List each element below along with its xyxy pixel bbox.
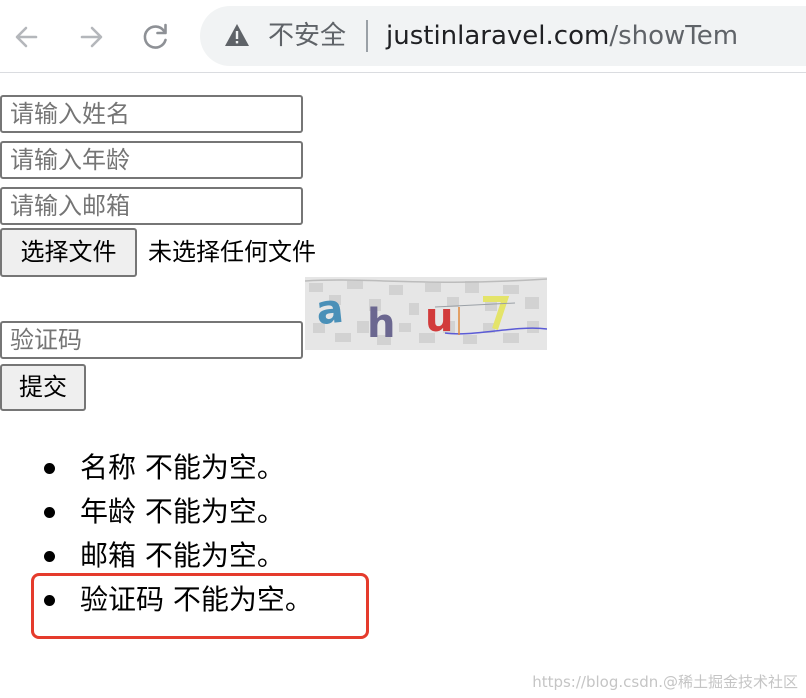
- choose-file-button[interactable]: 选择文件: [0, 228, 137, 277]
- highlight-annotation: [31, 573, 369, 639]
- bullet-icon: [44, 463, 55, 474]
- reload-icon[interactable]: [138, 20, 172, 54]
- url-path: /showTem: [609, 21, 739, 51]
- email-input[interactable]: [0, 187, 303, 225]
- bullet-icon: [44, 507, 55, 518]
- address-bar[interactable]: 不安全 justinlaravel.com/showTem: [200, 6, 806, 66]
- error-text: 邮箱 不能为空。: [80, 539, 285, 572]
- error-text: 年龄 不能为空。: [80, 495, 285, 528]
- watermark-text: https://blog.csdn.@稀土掘金技术社区: [532, 673, 798, 691]
- back-arrow-icon[interactable]: [10, 20, 44, 54]
- submit-button[interactable]: 提交: [0, 364, 86, 411]
- url-text[interactable]: justinlaravel.com/showTem: [386, 20, 738, 52]
- svg-text:a: a: [314, 286, 346, 335]
- file-status-text: 未选择任何文件: [148, 238, 316, 266]
- security-status-label[interactable]: 不安全: [268, 20, 346, 52]
- age-input[interactable]: [0, 141, 303, 179]
- captcha-input[interactable]: [0, 321, 303, 359]
- error-text: 名称 不能为空。: [80, 451, 285, 484]
- browser-toolbar: 不安全 justinlaravel.com/showTem: [0, 0, 806, 73]
- svg-text:h: h: [367, 301, 395, 347]
- captcha-image[interactable]: a h u: [305, 277, 547, 350]
- url-host: justinlaravel.com: [386, 21, 610, 51]
- warning-icon[interactable]: [224, 23, 250, 47]
- bullet-icon: [44, 551, 55, 562]
- name-input[interactable]: [0, 95, 303, 133]
- address-divider: [366, 20, 368, 52]
- forward-arrow-icon[interactable]: [74, 20, 108, 54]
